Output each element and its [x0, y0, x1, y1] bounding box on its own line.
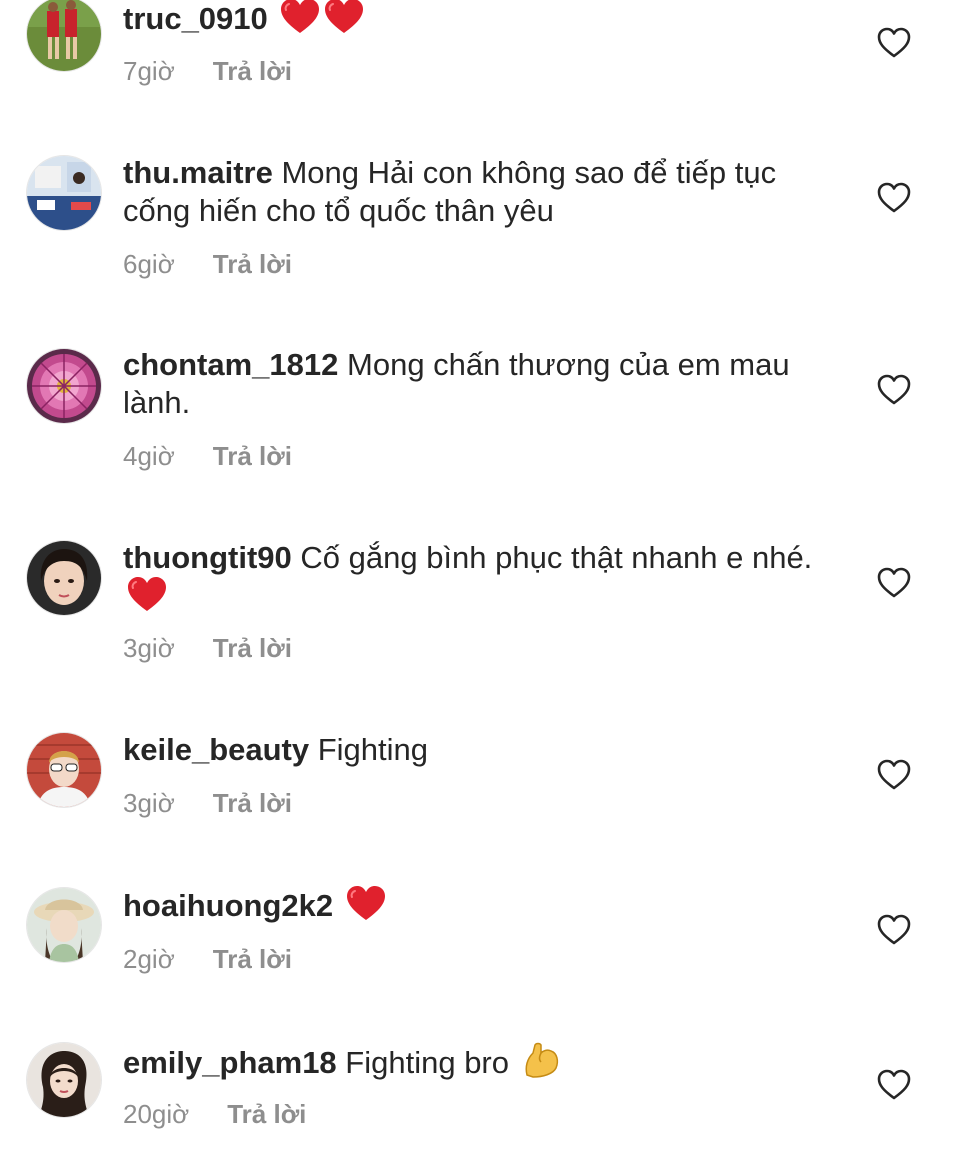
comment-time: 3giờ [123, 633, 175, 663]
comment-meta: 4giờ Trả lời [123, 441, 292, 471]
comment-time: 6giờ [123, 249, 175, 279]
like-heart-icon[interactable] [877, 1069, 911, 1101]
comment-username[interactable]: keile_beauty [123, 732, 309, 767]
comment-body: thuongtit90 Cố gắng bình phục thật nhanh… [123, 539, 838, 616]
reply-button[interactable]: Trả lời [213, 633, 292, 663]
like-heart-icon[interactable] [877, 914, 911, 946]
red-heart-emoji [280, 0, 320, 35]
like-heart-icon[interactable] [877, 567, 911, 599]
comment-meta: 3giờ Trả lời [123, 788, 292, 818]
comment-time: 20giờ [123, 1099, 190, 1129]
avatar[interactable] [27, 1043, 101, 1117]
comment-username[interactable]: emily_pham18 [123, 1045, 337, 1080]
comment-text: Cố gắng bình phục thật nhanh e nhé. [300, 540, 813, 575]
avatar[interactable] [27, 888, 101, 962]
comment-meta: 6giờ Trả lời [123, 249, 292, 279]
comment-body: keile_beauty Fighting [123, 731, 838, 769]
red-heart-emoji [127, 577, 167, 613]
comment-body: truc_0910 [123, 0, 838, 38]
reply-button[interactable]: Trả lời [213, 944, 292, 974]
comment-time: 7giờ [123, 56, 175, 86]
comment-username[interactable]: thu.maitre [123, 155, 273, 190]
like-heart-icon[interactable] [877, 182, 911, 214]
comment-text: Fighting [317, 732, 429, 767]
comment-username[interactable]: hoaihuong2k2 [123, 888, 333, 923]
avatar[interactable] [27, 0, 101, 71]
reply-button[interactable]: Trả lời [213, 56, 292, 86]
avatar[interactable] [27, 349, 101, 423]
comment-username[interactable]: chontam_1812 [123, 347, 338, 382]
like-heart-icon[interactable] [877, 759, 911, 791]
comment-body: emily_pham18 Fighting bro [123, 1041, 838, 1082]
comment-username[interactable]: thuongtit90 [123, 540, 292, 575]
like-heart-icon[interactable] [877, 374, 911, 406]
reply-button[interactable]: Trả lời [213, 441, 292, 471]
comment-meta: 7giờ Trả lời [123, 56, 292, 86]
comment-body: hoaihuong2k2 [123, 886, 838, 925]
flexed-biceps-emoji [521, 1041, 561, 1081]
comment-time: 3giờ [123, 788, 175, 818]
reply-button[interactable]: Trả lời [227, 1099, 306, 1129]
red-heart-emoji [346, 886, 386, 922]
like-heart-icon[interactable] [877, 27, 911, 59]
comment-time: 2giờ [123, 944, 175, 974]
comment-body: thu.maitre Mong Hải con không sao để tiế… [123, 154, 838, 230]
comment-body: chontam_1812 Mong chấn thương của em mau… [123, 346, 838, 422]
avatar[interactable] [27, 541, 101, 615]
reply-button[interactable]: Trả lời [213, 249, 292, 279]
comment-text: Fighting bro [345, 1045, 510, 1080]
comment-meta: 2giờ Trả lời [123, 944, 292, 974]
comment-username[interactable]: truc_0910 [123, 1, 268, 36]
comment-time: 4giờ [123, 441, 175, 471]
red-heart-emoji [324, 0, 364, 35]
comment-meta: 3giờ Trả lời [123, 633, 292, 663]
avatar[interactable] [27, 156, 101, 230]
avatar[interactable] [27, 733, 101, 807]
comment-meta: 20giờ Trả lời [123, 1099, 306, 1129]
reply-button[interactable]: Trả lời [213, 788, 292, 818]
